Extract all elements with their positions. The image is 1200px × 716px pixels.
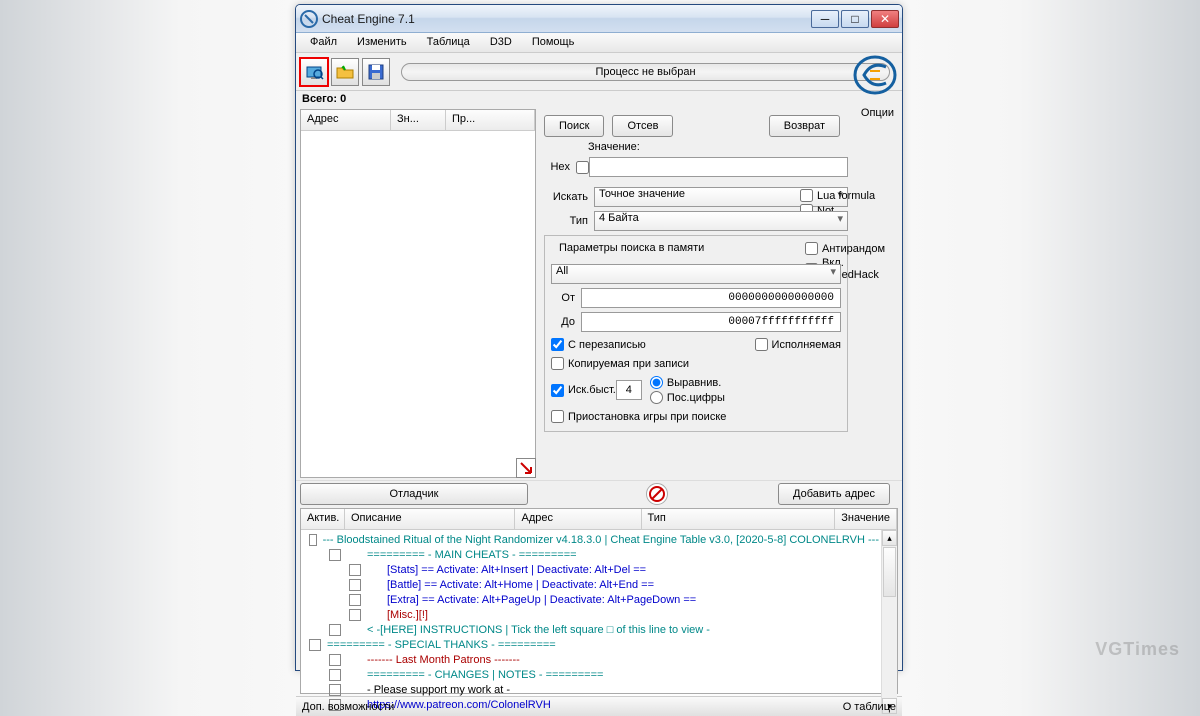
total-found: Всего: 0 <box>296 91 902 107</box>
status-left[interactable]: Доп. возможности <box>302 701 394 713</box>
table-row[interactable]: ========= - MAIN CHEATS - ========= <box>303 547 879 562</box>
menu-table[interactable]: Таблица <box>417 33 480 52</box>
back-button[interactable]: Возврат <box>769 115 840 137</box>
digits-radio[interactable] <box>650 391 663 404</box>
toolbar: Процесс не выбран <box>296 53 902 91</box>
value-type-select[interactable]: 4 Байта <box>594 211 848 231</box>
add-address-button[interactable]: Добавить адрес <box>778 483 890 505</box>
memory-params-label: Параметры поиска в памяти <box>555 242 708 254</box>
status-right[interactable]: О таблице <box>843 701 896 713</box>
from-input[interactable] <box>581 288 841 308</box>
value-input[interactable] <box>589 157 848 177</box>
scrollbar[interactable]: ▴ ▾ <box>881 530 897 714</box>
lua-checkbox[interactable] <box>800 189 813 202</box>
hex-checkbox[interactable] <box>576 161 589 174</box>
pause-checkbox[interactable] <box>551 410 564 423</box>
maximize-button[interactable]: □ <box>841 10 869 28</box>
process-label[interactable]: Процесс не выбран <box>401 63 890 81</box>
row-checkbox[interactable] <box>349 594 361 606</box>
scroll-thumb[interactable] <box>883 547 896 597</box>
address-table: Актив. Описание Адрес Тип Значение --- B… <box>300 508 898 694</box>
table-row[interactable]: - Please support my work at - <box>303 682 879 697</box>
row-checkbox[interactable] <box>329 654 341 666</box>
rewrite-checkbox[interactable] <box>551 338 564 351</box>
table-row[interactable]: [Extra] == Activate: Alt+PageUp | Deacti… <box>303 592 879 607</box>
add-to-table-button[interactable] <box>516 458 536 478</box>
app-icon <box>300 10 318 28</box>
align-radio[interactable] <box>650 376 663 389</box>
row-checkbox[interactable] <box>349 564 361 576</box>
row-checkbox[interactable] <box>329 549 341 561</box>
row-checkbox[interactable] <box>329 684 341 696</box>
close-button[interactable]: ✕ <box>871 10 899 28</box>
row-checkbox[interactable] <box>349 609 361 621</box>
fastscan-checkbox[interactable] <box>551 384 564 397</box>
table-row[interactable]: [Misc.][!] <box>303 607 879 622</box>
exec-checkbox[interactable] <box>755 338 768 351</box>
to-input[interactable] <box>581 312 841 332</box>
fastscan-value[interactable] <box>616 380 642 400</box>
table-body[interactable]: --- Bloodstained Ritual of the Night Ran… <box>301 530 881 714</box>
table-row[interactable]: ========= - SPECIAL THANKS - ========= <box>303 637 879 652</box>
table-row[interactable]: < -[HERE] INSTRUCTIONS | Tick the left s… <box>303 622 879 637</box>
copyonwrite-checkbox[interactable] <box>551 357 564 370</box>
no-entry-icon <box>646 483 668 505</box>
scroll-up-button[interactable]: ▴ <box>882 530 897 546</box>
row-checkbox[interactable] <box>309 534 317 546</box>
watermark: VGTimes <box>1095 639 1180 660</box>
table-row[interactable]: [Battle] == Activate: Alt+Home | Deactiv… <box>303 577 879 592</box>
col-addr[interactable]: Адрес <box>515 509 641 529</box>
col-val[interactable]: Значение <box>835 509 897 529</box>
menubar: Файл Изменить Таблица D3D Помощь <box>296 33 902 53</box>
menu-d3d[interactable]: D3D <box>480 33 522 52</box>
col-active[interactable]: Актив. <box>301 509 345 529</box>
table-row[interactable]: [Stats] == Activate: Alt+Insert | Deacti… <box>303 562 879 577</box>
col-desc[interactable]: Описание <box>345 509 515 529</box>
col-type[interactable]: Тип <box>642 509 836 529</box>
col-prev[interactable]: Пр... <box>446 110 535 130</box>
menu-edit[interactable]: Изменить <box>347 33 417 52</box>
open-file-button[interactable] <box>331 58 359 86</box>
debugger-button[interactable]: Отладчик <box>300 483 528 505</box>
value-label: Значение: <box>588 141 640 153</box>
menu-file[interactable]: Файл <box>300 33 347 52</box>
save-button[interactable] <box>362 58 390 86</box>
scan-panel: Поиск Отсев Возврат Значение: Hex Искать… <box>540 107 902 480</box>
cheatengine-logo <box>852 53 898 97</box>
filter-button[interactable]: Отсев <box>612 115 673 137</box>
row-checkbox[interactable] <box>329 624 341 636</box>
table-row[interactable]: --- Bloodstained Ritual of the Night Ran… <box>303 532 879 547</box>
app-window: Cheat Engine 7.1 ─ □ ✕ Файл Изменить Таб… <box>295 4 903 671</box>
minimize-button[interactable]: ─ <box>811 10 839 28</box>
row-checkbox[interactable] <box>309 639 321 651</box>
region-select[interactable]: All <box>551 264 841 284</box>
search-button[interactable]: Поиск <box>544 115 604 137</box>
titlebar[interactable]: Cheat Engine 7.1 ─ □ ✕ <box>296 5 902 33</box>
antirandom-checkbox[interactable] <box>805 242 818 255</box>
found-list: Адрес Зн... Пр... <box>300 109 536 478</box>
col-value[interactable]: Зн... <box>391 110 446 130</box>
menu-help[interactable]: Помощь <box>522 33 585 52</box>
found-list-body[interactable] <box>301 131 535 477</box>
open-process-button[interactable] <box>300 58 328 86</box>
window-title: Cheat Engine 7.1 <box>322 12 809 26</box>
row-checkbox[interactable] <box>349 579 361 591</box>
col-address[interactable]: Адрес <box>301 110 391 130</box>
table-row[interactable]: ------- Last Month Patrons ------- <box>303 652 879 667</box>
